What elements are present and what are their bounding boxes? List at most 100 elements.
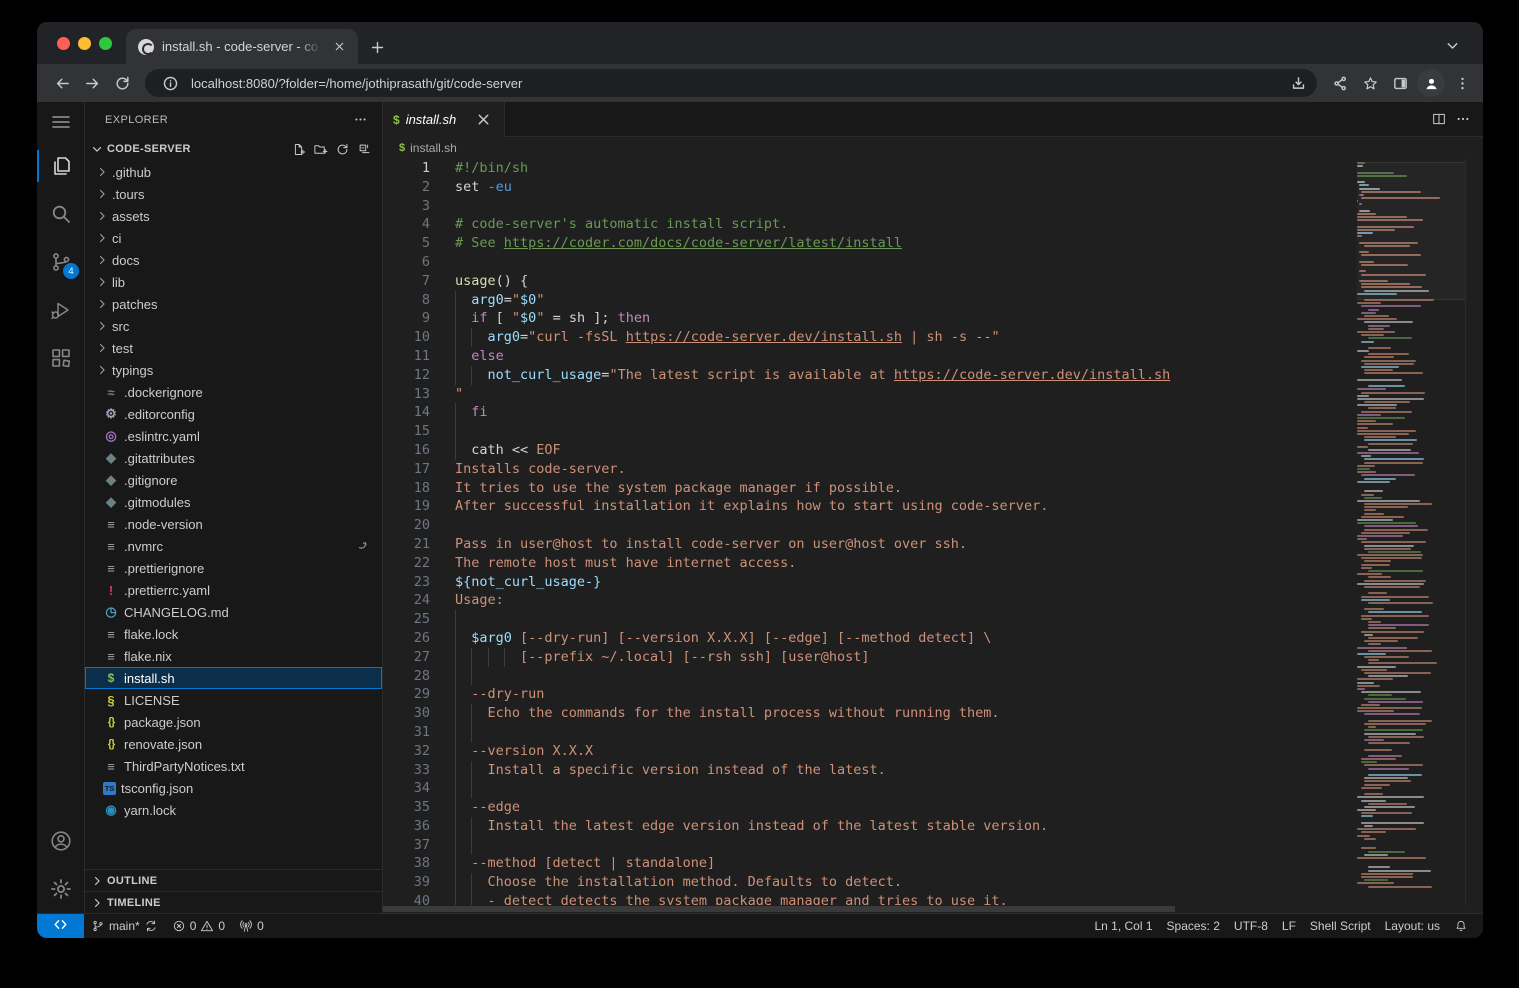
- code-line-35[interactable]: 35--edge: [383, 798, 1353, 817]
- profile-avatar[interactable]: [1417, 69, 1445, 97]
- site-info-icon[interactable]: [157, 70, 183, 96]
- url-bar[interactable]: localhost:8080/?folder=/home/jothiprasat…: [145, 69, 1317, 97]
- minimize-window-button[interactable]: [78, 37, 91, 50]
- remote-indicator[interactable]: [37, 914, 84, 938]
- code-line-10[interactable]: 10arg0="curl -fsSL https://code-server.d…: [383, 328, 1353, 347]
- download-icon[interactable]: [1285, 70, 1311, 96]
- collapse-folders-button[interactable]: [354, 139, 374, 159]
- status-git-branch[interactable]: main*: [84, 914, 165, 938]
- tree-item-docs[interactable]: docs: [85, 249, 382, 271]
- tree-item-.gitmodules[interactable]: ◆.gitmodules: [85, 491, 382, 513]
- code-line-27[interactable]: 27[--prefix ~/.local] [--rsh ssh] [user@…: [383, 648, 1353, 667]
- tree-item-.tours[interactable]: .tours: [85, 183, 382, 205]
- tree-item-.gitattributes[interactable]: ◆.gitattributes: [85, 447, 382, 469]
- close-window-button[interactable]: [57, 37, 70, 50]
- section-outline[interactable]: OUTLINE: [85, 869, 382, 891]
- tree-item-flake.lock[interactable]: ≡flake.lock: [85, 623, 382, 645]
- code-line-40[interactable]: 40- detect detects the system package ma…: [383, 892, 1353, 905]
- tree-item-renovate.json[interactable]: {}renovate.json: [85, 733, 382, 755]
- code-line-14[interactable]: 14fi: [383, 403, 1353, 422]
- code-line-18[interactable]: 18It tries to use the system package man…: [383, 479, 1353, 498]
- tree-item-.dockerignore[interactable]: ≈.dockerignore: [85, 381, 382, 403]
- tree-item-ci[interactable]: ci: [85, 227, 382, 249]
- horizontal-scrollbar[interactable]: [383, 905, 1483, 913]
- bookmark-star-icon[interactable]: [1357, 70, 1383, 96]
- code-line-32[interactable]: 32--version X.X.X: [383, 742, 1353, 761]
- code-line-21[interactable]: 21Pass in user@host to install code-serv…: [383, 535, 1353, 554]
- code-line-11[interactable]: 11else: [383, 347, 1353, 366]
- tree-item-assets[interactable]: assets: [85, 205, 382, 227]
- code-line-4[interactable]: 4# code-server's automatic install scrip…: [383, 215, 1353, 234]
- minimap[interactable]: [1357, 162, 1465, 905]
- new-folder-button[interactable]: [310, 139, 330, 159]
- activity-bar-extensions[interactable]: [37, 334, 84, 382]
- code-line-31[interactable]: 31: [383, 723, 1353, 742]
- status-indentation[interactable]: Spaces: 2: [1160, 914, 1227, 938]
- tree-item-.eslintrc.yaml[interactable]: ◎.eslintrc.yaml: [85, 425, 382, 447]
- section-timeline[interactable]: TIMELINE: [85, 891, 382, 913]
- refresh-explorer-button[interactable]: [332, 139, 352, 159]
- activity-bar-settings[interactable]: [37, 865, 84, 913]
- code-line-22[interactable]: 22The remote host must have internet acc…: [383, 554, 1353, 573]
- breadcrumb[interactable]: $ install.sh: [383, 137, 1483, 159]
- tree-item-yarn.lock[interactable]: ◉yarn.lock: [85, 799, 382, 821]
- tree-item-src[interactable]: src: [85, 315, 382, 337]
- status-encoding[interactable]: UTF-8: [1227, 914, 1275, 938]
- side-panel-icon[interactable]: [1387, 70, 1413, 96]
- editor-tab-install-sh[interactable]: $ install.sh: [383, 102, 505, 137]
- tree-item-.gitignore[interactable]: ◆.gitignore: [85, 469, 382, 491]
- code-line-12[interactable]: 12not_curl_usage="The latest script is a…: [383, 366, 1353, 385]
- activity-bar-run-debug[interactable]: [37, 286, 84, 334]
- status-cursor-position[interactable]: Ln 1, Col 1: [1087, 914, 1159, 938]
- code-line-3[interactable]: 3: [383, 197, 1353, 216]
- status-eol[interactable]: LF: [1275, 914, 1303, 938]
- code-line-30[interactable]: 30Echo the commands for the install proc…: [383, 704, 1353, 723]
- tree-item-patches[interactable]: patches: [85, 293, 382, 315]
- new-tab-button[interactable]: [364, 34, 390, 60]
- code-line-5[interactable]: 5# See https://coder.com/docs/code-serve…: [383, 234, 1353, 253]
- explorer-more-actions-icon[interactable]: [350, 110, 370, 130]
- code-line-7[interactable]: 7usage() {: [383, 272, 1353, 291]
- activity-bar-source-control[interactable]: 4: [37, 238, 84, 286]
- tree-item-.github[interactable]: .github: [85, 161, 382, 183]
- tree-item-.node-version[interactable]: ≡.node-version: [85, 513, 382, 535]
- reload-button[interactable]: [109, 70, 135, 96]
- new-file-button[interactable]: [288, 139, 308, 159]
- code-line-25[interactable]: 25: [383, 610, 1353, 629]
- code-line-33[interactable]: 33Install a specific version instead of …: [383, 761, 1353, 780]
- tree-item-CHANGELOG.md[interactable]: ◷CHANGELOG.md: [85, 601, 382, 623]
- workspace-section-header[interactable]: CODE-SERVER: [85, 137, 382, 161]
- tree-item-typings[interactable]: typings: [85, 359, 382, 381]
- code-line-9[interactable]: 9if [ "$0" = sh ]; then: [383, 309, 1353, 328]
- tree-item-package.json[interactable]: {}package.json: [85, 711, 382, 733]
- tab-search-chevron-icon[interactable]: [1439, 32, 1465, 58]
- forward-button[interactable]: [79, 70, 105, 96]
- tree-item-tsconfig.json[interactable]: TStsconfig.json: [85, 777, 382, 799]
- status-keyboard-layout[interactable]: Layout: us: [1378, 914, 1447, 938]
- code-line-2[interactable]: 2set -eu: [383, 178, 1353, 197]
- activity-bar-menu[interactable]: [37, 102, 84, 142]
- code-line-13[interactable]: 13": [383, 385, 1353, 404]
- overview-ruler[interactable]: [1465, 159, 1483, 905]
- code-lines[interactable]: 1#!/bin/sh2set -eu34# code-server's auto…: [383, 159, 1353, 905]
- back-button[interactable]: [49, 70, 75, 96]
- code-line-6[interactable]: 6: [383, 253, 1353, 272]
- code-line-23[interactable]: 23${not_curl_usage-}: [383, 573, 1353, 592]
- code-line-34[interactable]: 34: [383, 779, 1353, 798]
- share-icon[interactable]: [1327, 70, 1353, 96]
- code-line-19[interactable]: 19After successful installation it expla…: [383, 497, 1353, 516]
- tree-item-install.sh[interactable]: $install.sh: [85, 667, 382, 689]
- code-line-38[interactable]: 38--method [detect | standalone]: [383, 854, 1353, 873]
- editor-more-actions-icon[interactable]: [1453, 109, 1473, 129]
- activity-bar-explorer[interactable]: [37, 142, 84, 190]
- code-line-16[interactable]: 16cath << EOF: [383, 441, 1353, 460]
- tree-item-test[interactable]: test: [85, 337, 382, 359]
- code-line-24[interactable]: 24Usage:: [383, 591, 1353, 610]
- code-line-20[interactable]: 20: [383, 516, 1353, 535]
- code-line-37[interactable]: 37: [383, 836, 1353, 855]
- code-line-39[interactable]: 39Choose the installation method. Defaul…: [383, 873, 1353, 892]
- tree-item-flake.nix[interactable]: ≡flake.nix: [85, 645, 382, 667]
- status-language-mode[interactable]: Shell Script: [1303, 914, 1378, 938]
- code-line-36[interactable]: 36Install the latest edge version instea…: [383, 817, 1353, 836]
- zoom-window-button[interactable]: [99, 37, 112, 50]
